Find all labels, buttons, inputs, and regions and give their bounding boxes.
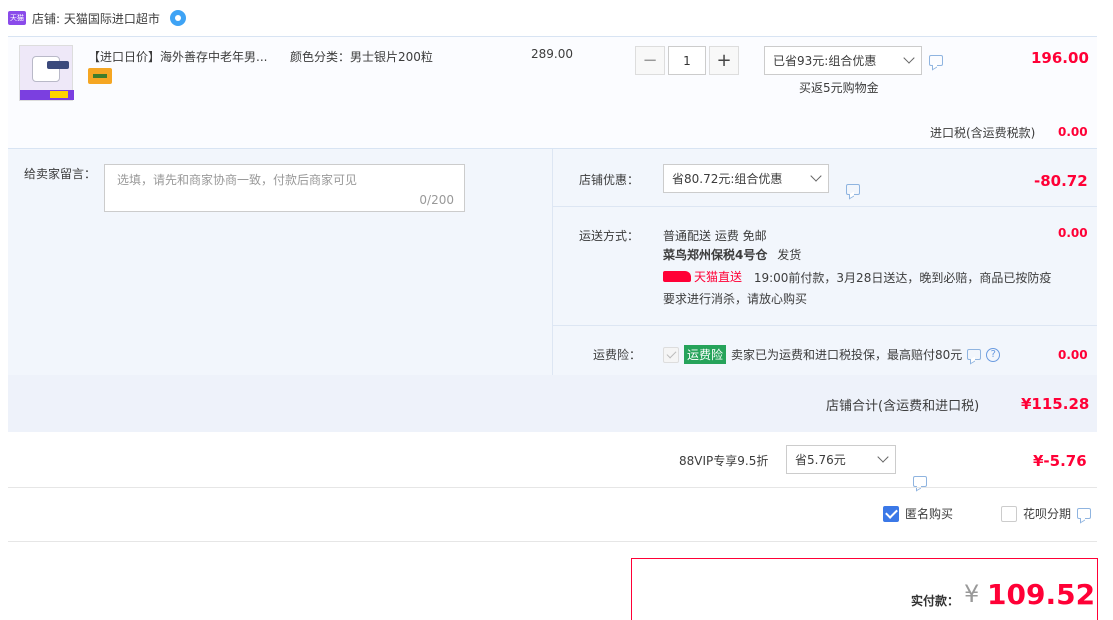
rebate-text: 买返5元购物金	[799, 81, 879, 95]
warehouse-name: 菜鸟郑州保税4号仓	[663, 248, 768, 262]
increase-button[interactable]: +	[709, 46, 739, 75]
shipping-label: 运送方式：	[579, 229, 640, 243]
shop-name[interactable]: 店铺: 天猫国际进口超市	[32, 10, 160, 27]
chevron-down-icon	[810, 170, 822, 182]
tmall-cat-icon	[663, 271, 691, 282]
huabei-info-icon[interactable]	[1077, 508, 1092, 519]
import-tax-value: 0.00	[1058, 125, 1088, 139]
message-placeholder: 选填，请先和商家协商一致，付款后商家可见	[117, 173, 358, 187]
vip-discount-label: 88VIP专享9.5折	[679, 454, 769, 468]
message-label: 给卖家留言：	[24, 167, 97, 181]
tmall-shop-icon: 天猫	[8, 11, 26, 25]
shop-header: 天猫 店铺: 天猫国际进口超市	[8, 8, 186, 28]
anonymous-option[interactable]: 匿名购买	[883, 505, 953, 522]
question-icon[interactable]: ?	[986, 347, 1001, 362]
anonymous-checkbox[interactable]	[883, 505, 899, 522]
shop-discount-select[interactable]: 省80.72元:组合优惠	[663, 164, 829, 193]
item-subtotal: 196.00	[1031, 49, 1089, 67]
insurance-chat-icon[interactable]	[967, 349, 982, 360]
wangwang-chat-icon[interactable]	[169, 10, 186, 26]
vip-discount-value: ¥-5.76	[1033, 452, 1087, 470]
promo-info-icon[interactable]	[929, 55, 943, 66]
payment-currency: ¥	[964, 580, 980, 608]
insurance-badge: 运费险	[684, 345, 727, 364]
quantity-stepper: − 1 +	[635, 46, 739, 75]
insurance-text: 卖家已为运费和进口税投保，最高赔付80元	[731, 348, 963, 362]
vip-discount-select-value: 省5.76元	[795, 453, 846, 467]
payment-amount: 109.52	[987, 578, 1096, 611]
ship-text: 发货	[777, 248, 802, 262]
shipping-value: 0.00	[1058, 226, 1088, 240]
item-promo-select[interactable]: 已省93元:组合优惠	[764, 46, 922, 75]
insurance-label: 运费险：	[593, 348, 642, 362]
shipping-row	[552, 207, 1097, 325]
shop-discount-select-value: 省80.72元:组合优惠	[672, 172, 783, 186]
vip-discount-select[interactable]: 省5.76元	[786, 445, 896, 474]
product-thumbnail[interactable]	[19, 45, 74, 101]
shop-discount-label: 店铺优惠：	[579, 173, 640, 187]
huabei-label: 花呗分期	[1023, 507, 1072, 521]
discount-info-icon[interactable]	[846, 184, 860, 195]
unit-price: 289.00	[531, 47, 573, 61]
shipping-origin: 菜鸟郑州保税4号仓 发货	[663, 246, 801, 263]
chevron-down-icon	[877, 451, 889, 463]
divider	[8, 487, 1097, 488]
shop-total-value: ¥115.28	[1021, 395, 1090, 413]
product-title[interactable]: 【进口日价】海外善存中老年男...	[88, 48, 267, 65]
import-tax-label: 进口税(含运费税款)	[930, 126, 1036, 140]
insurance-value: 0.00	[1058, 348, 1088, 362]
shop-total-label: 店铺合计(含运费和进口税)	[826, 399, 980, 414]
decrease-button[interactable]: −	[635, 46, 665, 75]
huabei-checkbox[interactable]	[1001, 505, 1017, 522]
product-spec: 颜色分类：男士银片200粒	[290, 50, 433, 64]
insurance-checkbox	[663, 346, 679, 363]
chevron-down-icon	[903, 52, 915, 64]
delivery-promise: 天猫直送 19:00前付款，3月28日送达，晚到必赔，商品已按防疫	[663, 268, 1051, 286]
quantity-input[interactable]: 1	[668, 46, 706, 75]
item-promo-select-value: 已省93元:组合优惠	[773, 54, 877, 68]
message-counter: 0/200	[419, 193, 454, 207]
payment-card-icon	[88, 68, 112, 84]
shipping-method: 普通配送 运费 免邮	[663, 229, 767, 243]
seller-message-input[interactable]: 选填，请先和商家协商一致，付款后商家可见 0/200	[104, 164, 465, 212]
delivery-promise-line2: 要求进行消杀，请放心购买	[663, 292, 808, 306]
delivery-promise-line1: 19:00前付款，3月28日送达，晚到必赔，商品已按防疫	[753, 271, 1052, 285]
shop-discount-value: -80.72	[1034, 172, 1088, 190]
vip-info-icon[interactable]	[913, 476, 927, 487]
insurance-detail: 运费险 卖家已为运费和进口税投保，最高赔付80元 ?	[663, 345, 1001, 364]
payment-label: 实付款：	[911, 594, 960, 608]
anonymous-label: 匿名购买	[905, 507, 954, 521]
tmall-direct-badge: 天猫直送	[663, 268, 742, 285]
huabei-option[interactable]: 花呗分期	[1001, 505, 1092, 522]
divider	[8, 541, 1097, 542]
